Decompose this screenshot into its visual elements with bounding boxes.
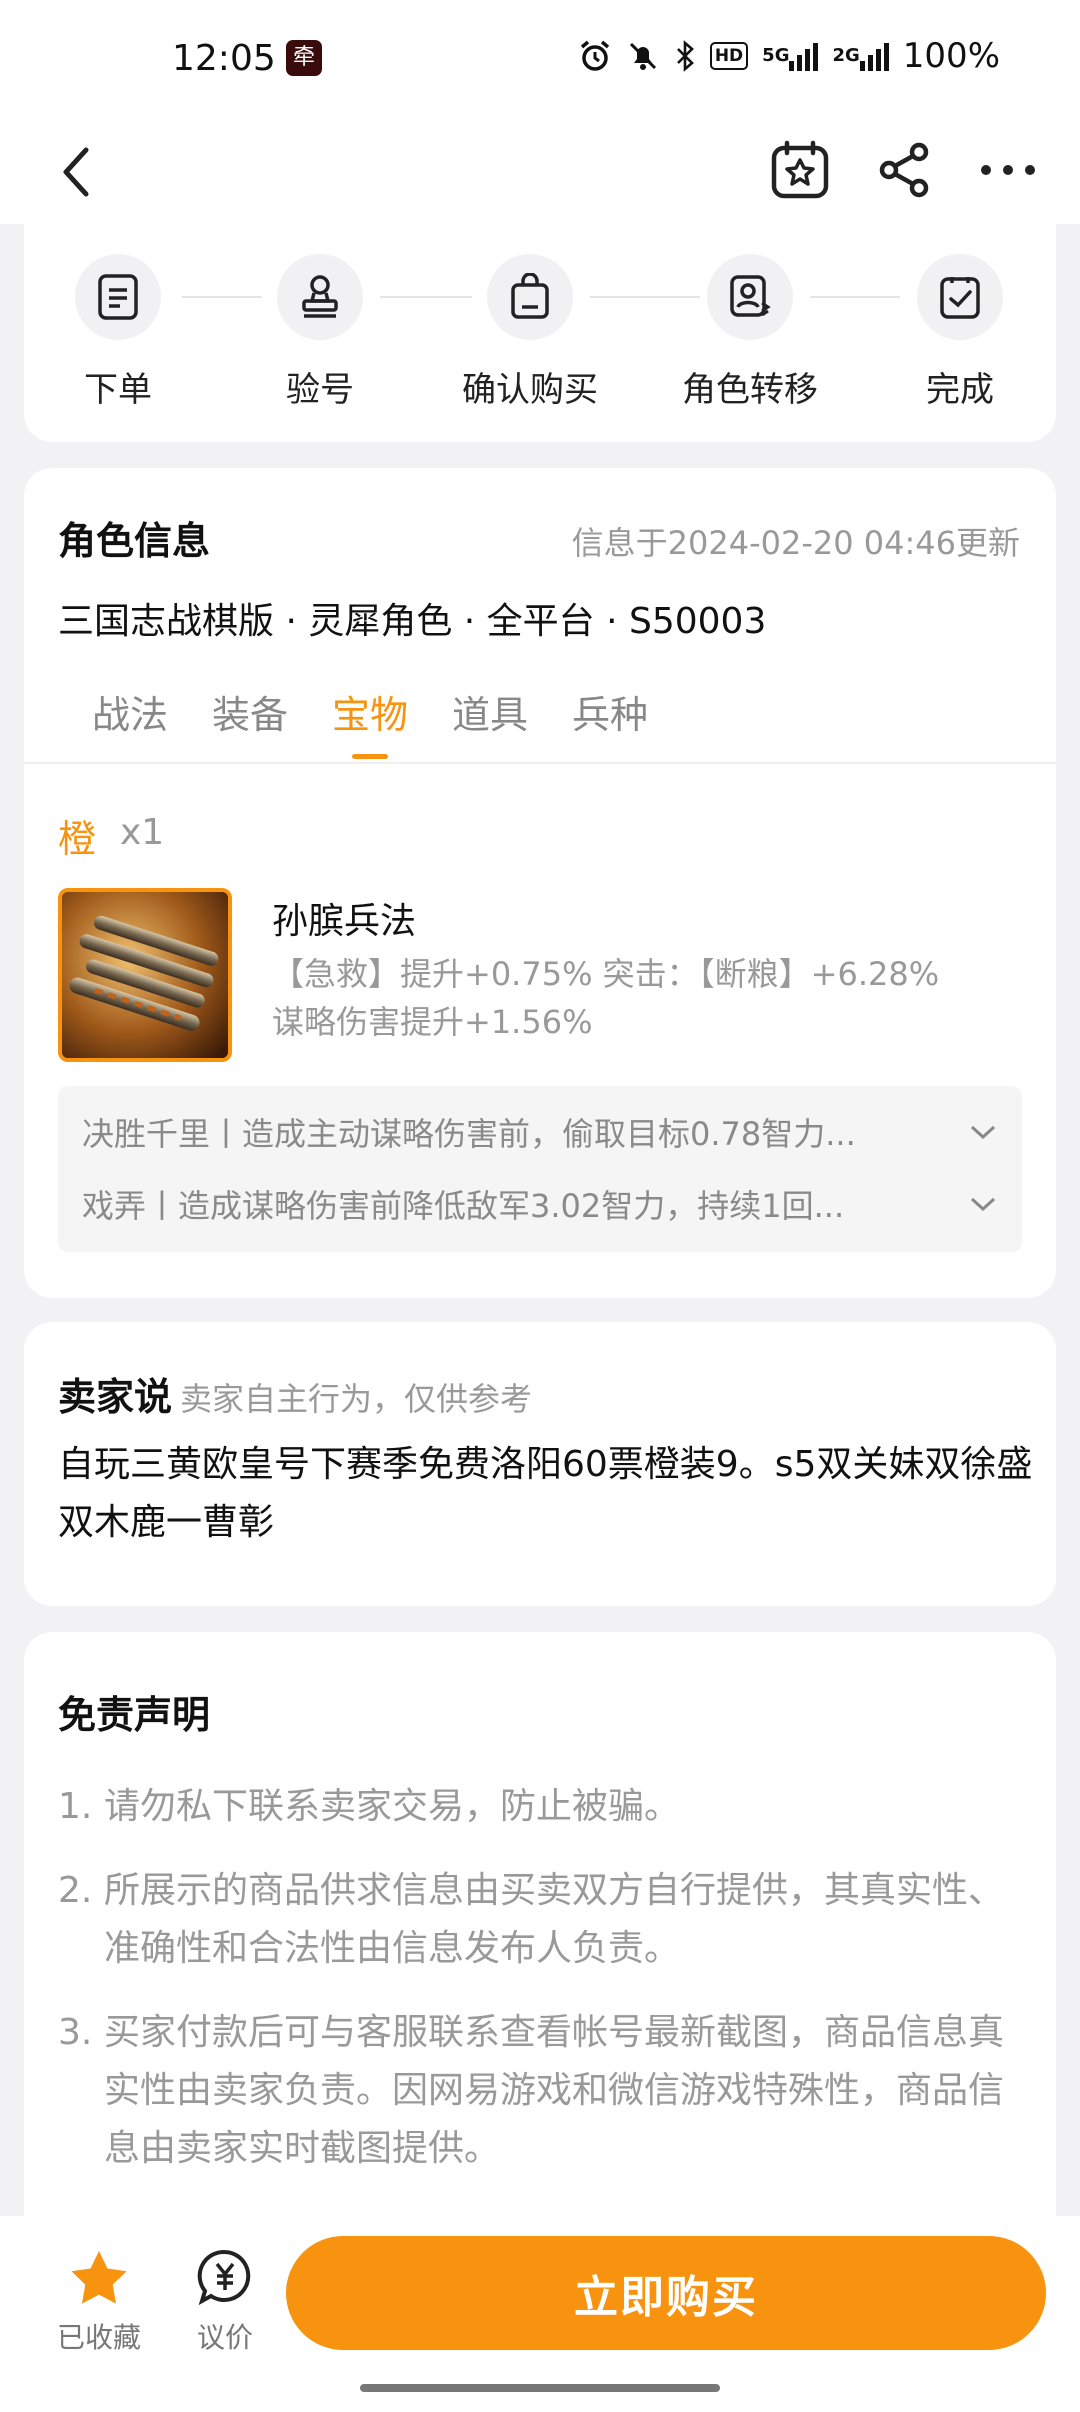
bargain-button[interactable]: 议价 xyxy=(180,2248,270,2356)
checklist-icon xyxy=(940,277,980,319)
bottom-action-bar: 已收藏 议价 立即购买 xyxy=(0,2216,1080,2412)
alarm-icon xyxy=(578,39,612,73)
home-indicator[interactable] xyxy=(360,2384,720,2392)
rarity-label: 橙 xyxy=(58,817,97,861)
battery-level: 100% xyxy=(902,36,1000,76)
disclaimer-list: 1. 请勿私下联系卖家交易，防止被骗。 2. 所展示的商品供求信息由买卖双方自行… xyxy=(58,1778,1038,2204)
role-info-card: 角色信息 信息于2024-02-20 04:46更新 三国志战棋版 · 灵犀角色… xyxy=(24,468,1056,1298)
shopping-bag-icon xyxy=(511,273,549,319)
tab-items[interactable]: 道具 xyxy=(420,684,560,739)
more-options-button[interactable] xyxy=(968,130,1048,210)
price-chat-icon xyxy=(197,2249,251,2306)
favorited-button[interactable]: 已收藏 xyxy=(46,2248,152,2356)
tab-treasure[interactable]: 宝物 xyxy=(300,684,440,759)
more-dots-icon xyxy=(981,165,1035,175)
tab-tactics[interactable]: 战法 xyxy=(60,684,200,739)
status-bar: 12:05 牵 HD 5G 2G 100% xyxy=(0,0,1080,120)
chevron-down-icon xyxy=(970,1197,996,1212)
app-notification-icon: 牵 xyxy=(286,40,322,76)
status-time: 12:05 xyxy=(172,38,276,79)
favorite-star-button[interactable] xyxy=(760,130,840,210)
star-filled-icon xyxy=(71,2251,127,2304)
seller-remarks-card: 卖家说 卖家自主行为，仅供参考 自玩三黄欧皇号下赛季免费洛阳60票橙装9。s5双关… xyxy=(24,1322,1056,1606)
active-tab-indicator xyxy=(352,754,388,759)
signal-5g-icon: 5G xyxy=(762,41,819,71)
list-item: 2. 所展示的商品供求信息由买卖双方自行提供，其真实性、准确性和合法性由信息发布… xyxy=(58,1870,1005,1969)
step-verify-account: 验号 xyxy=(230,254,410,411)
share-icon xyxy=(879,142,929,198)
tab-troop-type[interactable]: 兵种 xyxy=(540,684,680,739)
list-item: 1. 请勿私下联系卖家交易，防止被骗。 xyxy=(58,1786,681,1827)
user-transfer-icon xyxy=(730,275,771,317)
stamp-icon xyxy=(302,275,338,318)
step-confirm-purchase: 确认购买 xyxy=(440,254,620,411)
step-place-order: 下单 xyxy=(28,254,208,411)
role-tabs: 战法 装备 宝物 道具 兵种 xyxy=(24,674,1056,764)
tab-equipment[interactable]: 装备 xyxy=(180,684,320,739)
rarity-count: x1 xyxy=(120,812,165,853)
buy-now-button[interactable]: 立即购买 xyxy=(286,2236,1046,2350)
chevron-left-icon xyxy=(63,147,89,197)
document-icon xyxy=(98,274,138,320)
signal-2g-icon: 2G xyxy=(832,41,889,71)
role-info-title: 角色信息 xyxy=(58,519,211,563)
skill-row[interactable]: 决胜千里丨造成主动谋略伤害前，偷取目标0.78智力... xyxy=(82,1102,998,1162)
chevron-down-icon xyxy=(970,1125,996,1140)
scroll-bundle-image xyxy=(62,892,228,1058)
seller-remarks-text: 自玩三黄欧皇号下赛季免费洛阳60票橙装9。s5双关妹双徐盛双木鹿一曹彰 xyxy=(58,1444,1033,1543)
step-role-transfer: 角色转移 xyxy=(660,254,840,411)
share-button[interactable] xyxy=(864,130,944,210)
step-complete: 完成 xyxy=(870,254,1050,411)
seller-header: 卖家说 卖家自主行为，仅供参考 xyxy=(58,1375,533,1419)
disclaimer-title: 免责声明 xyxy=(58,1693,211,1737)
star-bookmark-icon xyxy=(771,140,829,199)
treasure-skills: 决胜千里丨造成主动谋略伤害前，偷取目标0.78智力... 戏弄丨造成谋略伤害前降… xyxy=(58,1086,1022,1252)
order-progress-steps: 下单 验号 确认购买 角色转移 完成 xyxy=(24,200,1056,442)
list-item: 3. 买家付款后可与客服联系查看帐号最新截图，商品信息真实性由卖家负责。因网易游… xyxy=(58,2012,1005,2169)
hd-badge: HD xyxy=(709,42,749,70)
bluetooth-icon xyxy=(674,39,696,73)
treasure-name: 孙膑兵法 xyxy=(272,901,417,942)
treasure-stats: 【急救】提升+0.75% 突击：【断粮】+6.28% 谋略伤害提升+1.56% xyxy=(272,955,940,1041)
skill-row[interactable]: 戏弄丨造成谋略伤害前降低敌军3.02智力，持续1回... xyxy=(82,1174,998,1234)
status-icons: HD 5G 2G 100% xyxy=(578,36,1000,76)
role-subtitle: 三国志战棋版 · 灵犀角色 · 全平台 · S50003 xyxy=(58,601,767,642)
treasure-image[interactable] xyxy=(58,888,232,1062)
role-updated-time: 信息于2024-02-20 04:46更新 xyxy=(571,524,1020,562)
mute-icon xyxy=(626,39,660,73)
